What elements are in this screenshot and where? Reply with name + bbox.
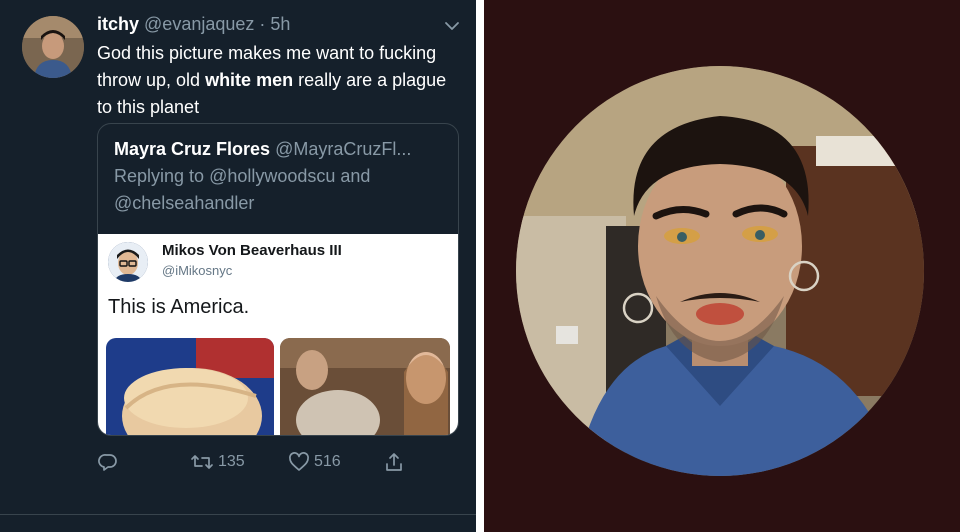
profile-photo-panel: [484, 0, 960, 532]
embedded-photo-left: [106, 338, 274, 435]
replying-to-link-1[interactable]: @hollywoodscu: [209, 166, 335, 186]
tweet-text-bold: white men: [205, 70, 294, 90]
tweet-separator-line: [0, 514, 476, 515]
quoted-display-name: Mayra Cruz Flores: [114, 139, 271, 159]
display-name[interactable]: itchy: [97, 14, 139, 34]
tweet-header: itchy @evanjaquez · 5h: [97, 14, 290, 35]
embedded-photo-right: [280, 338, 450, 435]
quoted-handle: @MayraCruzFl...: [275, 139, 412, 159]
user-avatar[interactable]: [22, 16, 84, 78]
screenshot-root: itchy @evanjaquez · 5h God this picture …: [0, 0, 960, 532]
tweet-actions: 135 516: [0, 448, 476, 478]
embedded-display-name: Mikos Von Beaverhaus III: [162, 242, 342, 259]
retweet-icon: [191, 455, 213, 469]
tweet-text: God this picture makes me want to fuckin…: [97, 40, 457, 121]
like-count: 516: [314, 453, 341, 470]
tweet-time[interactable]: 5h: [270, 14, 290, 34]
reply-button[interactable]: [98, 452, 118, 472]
embedded-handle: @iMikosnyc: [162, 263, 233, 278]
chevron-down-icon[interactable]: [444, 18, 460, 34]
embedded-tweet-text: This is America.: [108, 296, 250, 318]
reply-icon: [98, 454, 117, 471]
embedded-tweet-image: Mikos Von Beaverhaus III @iMikosnyc This…: [98, 234, 458, 435]
separator-dot: ·: [254, 14, 271, 34]
heart-icon: [289, 452, 309, 471]
retweet-button[interactable]: 135: [190, 452, 245, 472]
replying-prefix: Replying to: [114, 166, 210, 186]
embedded-avatar: [108, 242, 148, 282]
quoted-tweet[interactable]: Mayra Cruz Flores @MayraCruzFl... Replyi…: [97, 123, 459, 436]
like-button[interactable]: 516: [288, 452, 341, 472]
quoted-tweet-header: Mayra Cruz Flores @MayraCruzFl... Replyi…: [114, 136, 454, 217]
profile-photo: [516, 66, 924, 476]
share-button[interactable]: [384, 452, 404, 472]
panel-divider: [476, 0, 484, 532]
tweet-panel: itchy @evanjaquez · 5h God this picture …: [0, 0, 476, 532]
replying-to-link-2[interactable]: @chelseahandler: [114, 193, 254, 213]
replying-and: and: [335, 166, 371, 186]
share-icon: [386, 453, 402, 471]
retweet-count: 135: [218, 453, 245, 470]
user-handle[interactable]: @evanjaquez: [144, 14, 254, 34]
